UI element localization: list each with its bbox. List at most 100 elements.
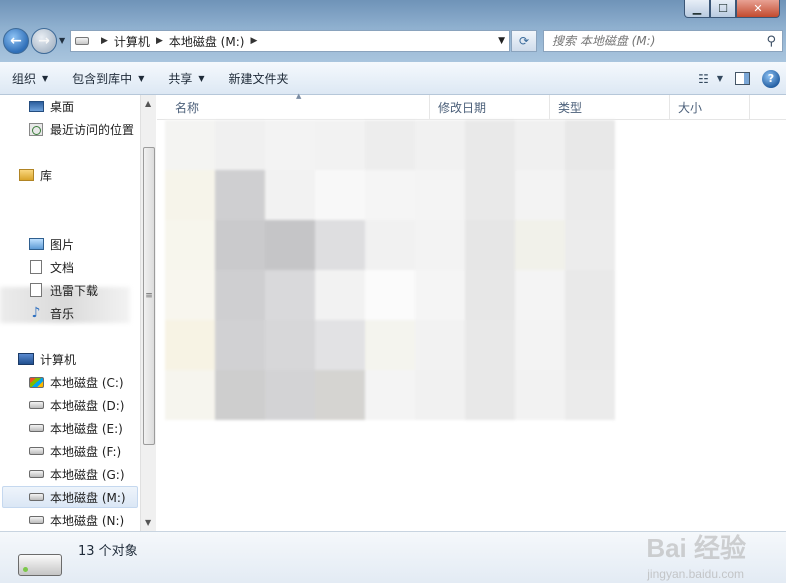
organize-label: 组织 bbox=[12, 71, 37, 86]
breadcrumb-computer[interactable]: 计算机 bbox=[114, 33, 150, 50]
column-header-label: 类型 bbox=[558, 101, 583, 115]
sidebar-item-label: 迅雷下载 bbox=[50, 283, 99, 298]
sidebar-item-drive-c[interactable]: 本地磁盘 (C:) bbox=[28, 371, 124, 393]
search-box[interactable]: ⚲ bbox=[543, 30, 783, 52]
sidebar-item-label: 本地磁盘 (D:) bbox=[50, 398, 125, 413]
sidebar-item-label: 本地磁盘 (E:) bbox=[50, 421, 123, 436]
computer-icon bbox=[18, 352, 34, 366]
sidebar-item-label: 音乐 bbox=[50, 306, 75, 321]
refresh-icon: ⟳ bbox=[518, 34, 530, 48]
chevron-down-icon: ▼ bbox=[198, 73, 205, 83]
sidebar-item-label: 桌面 bbox=[50, 99, 75, 114]
pictures-icon bbox=[28, 237, 44, 251]
sidebar-item-library[interactable]: 库 bbox=[18, 164, 52, 186]
sidebar-item-drive-d[interactable]: 本地磁盘 (D:) bbox=[28, 394, 124, 416]
help-button[interactable]: ? bbox=[762, 69, 780, 88]
back-arrow-icon: ← bbox=[10, 33, 22, 49]
sidebar-item-label: 本地磁盘 (G:) bbox=[50, 467, 125, 482]
chevron-down-icon: ▼ bbox=[716, 74, 723, 83]
chevron-right-icon[interactable]: ▶ bbox=[250, 36, 257, 46]
scroll-down-arrow-icon[interactable]: ▼ bbox=[145, 518, 151, 527]
sidebar-item-documents[interactable]: 文档 bbox=[28, 256, 74, 278]
forward-arrow-icon: → bbox=[38, 33, 50, 49]
sidebar-item-computer[interactable]: 计算机 bbox=[18, 348, 76, 370]
chevron-right-icon[interactable]: ▶ bbox=[101, 36, 108, 46]
preview-pane-button[interactable] bbox=[735, 72, 750, 85]
column-header-row: ▲ 名称 修改日期 类型 大小 bbox=[157, 92, 786, 120]
sidebar-item-label: 本地磁盘 (F:) bbox=[50, 444, 122, 459]
maximize-button[interactable]: ☐ bbox=[710, 0, 736, 18]
include-in-library-label: 包含到库中 bbox=[72, 71, 133, 86]
forward-button[interactable]: → bbox=[31, 28, 57, 54]
share-label: 共享 bbox=[168, 71, 193, 86]
column-header-label: 大小 bbox=[678, 101, 703, 115]
sidebar-item-drive-g[interactable]: 本地磁盘 (G:) bbox=[28, 463, 125, 485]
drive-c-icon bbox=[28, 375, 44, 389]
drive-icon bbox=[28, 398, 44, 412]
file-list-pane: ▲ 名称 修改日期 类型 大小 bbox=[157, 92, 786, 531]
sidebar-item-label: 本地磁盘 (C:) bbox=[50, 375, 124, 390]
column-header-modified[interactable]: 修改日期 bbox=[430, 95, 550, 120]
drive-icon bbox=[28, 490, 44, 504]
sidebar-item-label: 图片 bbox=[50, 237, 75, 252]
status-bar: 13 个对象 Bai 经验 jingyan.baidu.com bbox=[0, 531, 786, 583]
command-bar: 组织 ▼ 包含到库中 ▼ 共享 ▼ 新建文件夹 ☷ ▼ ? bbox=[0, 62, 786, 95]
watermark-url: jingyan.baidu.com bbox=[647, 567, 744, 581]
minimize-button[interactable]: ▁ bbox=[684, 0, 710, 18]
search-input[interactable] bbox=[552, 34, 752, 48]
desktop-icon bbox=[28, 99, 44, 113]
address-bar[interactable]: ▶ 计算机 ▶ 本地磁盘 (M:) ▶ ▼ bbox=[70, 30, 510, 52]
drive-icon bbox=[28, 513, 44, 527]
column-header-name[interactable]: 名称 bbox=[157, 95, 430, 120]
sidebar-item-label: 本地磁盘 (M:) bbox=[50, 490, 126, 505]
column-header-label: 名称 bbox=[175, 101, 200, 115]
breadcrumb-drive-m[interactable]: 本地磁盘 (M:) bbox=[169, 33, 245, 50]
sidebar-item-drive-n[interactable]: 本地磁盘 (N:) bbox=[28, 509, 124, 531]
chevron-down-icon: ▼ bbox=[42, 73, 49, 83]
navigation-scrollbar[interactable]: ▲ ≡ ▼ bbox=[140, 95, 156, 531]
organize-button[interactable]: 组织 ▼ bbox=[0, 62, 60, 94]
sidebar-item-desktop[interactable]: 桌面 bbox=[28, 95, 74, 117]
new-folder-button[interactable]: 新建文件夹 bbox=[217, 62, 301, 94]
drive-icon bbox=[28, 444, 44, 458]
include-in-library-button[interactable]: 包含到库中 ▼ bbox=[60, 62, 156, 94]
address-history-dropdown[interactable]: ▼ bbox=[498, 36, 505, 46]
view-details-icon: ☷ bbox=[698, 71, 709, 86]
title-bar: ▁ ☐ ✕ ← → ▼ ▶ 计算机 ▶ 本地磁盘 (M:) ▶ ▼ ⟳ ⚲ bbox=[0, 0, 786, 62]
sidebar-item-music[interactable]: ♪ 音乐 bbox=[28, 302, 74, 324]
back-button[interactable]: ← bbox=[3, 28, 29, 54]
share-button[interactable]: 共享 ▼ bbox=[156, 62, 216, 94]
chevron-down-icon: ▼ bbox=[138, 73, 145, 83]
sidebar-item-label: 本地磁盘 (N:) bbox=[50, 513, 125, 528]
column-header-type[interactable]: 类型 bbox=[550, 95, 670, 120]
change-view-button[interactable]: ☷ ▼ bbox=[698, 72, 723, 86]
refresh-button[interactable]: ⟳ bbox=[511, 30, 537, 52]
scroll-up-arrow-icon[interactable]: ▲ bbox=[145, 99, 151, 108]
drive-icon bbox=[75, 37, 89, 45]
column-header-size[interactable]: 大小 bbox=[670, 95, 750, 120]
recent-places-icon bbox=[28, 122, 44, 136]
sidebar-item-thunder-download[interactable]: 迅雷下载 bbox=[28, 279, 98, 301]
sidebar-item-recent-places[interactable]: 最近访问的位置 bbox=[28, 118, 134, 140]
sidebar-item-label: 最近访问的位置 bbox=[50, 122, 135, 137]
column-header-label: 修改日期 bbox=[438, 101, 487, 115]
new-folder-label: 新建文件夹 bbox=[228, 71, 289, 86]
navigation-pane: 桌面 最近访问的位置 库 图片 文档 迅雷下载 ♪ 音乐 计算机 本地磁盘 (C… bbox=[0, 95, 156, 531]
blurred-file-list bbox=[165, 120, 615, 425]
sidebar-item-pictures[interactable]: 图片 bbox=[28, 233, 74, 255]
chevron-right-icon[interactable]: ▶ bbox=[156, 36, 163, 46]
close-button[interactable]: ✕ bbox=[736, 0, 780, 18]
sidebar-item-drive-m[interactable]: 本地磁盘 (M:) bbox=[2, 486, 138, 508]
drive-icon bbox=[28, 421, 44, 435]
library-icon bbox=[18, 168, 34, 182]
drive-icon bbox=[28, 467, 44, 481]
sidebar-item-label: 文档 bbox=[50, 260, 75, 275]
watermark-logo: Bai 经验 bbox=[646, 533, 746, 563]
sidebar-item-drive-f[interactable]: 本地磁盘 (F:) bbox=[28, 440, 121, 462]
sidebar-item-drive-e[interactable]: 本地磁盘 (E:) bbox=[28, 417, 123, 439]
scrollbar-thumb[interactable]: ≡ bbox=[143, 147, 155, 445]
search-icon[interactable]: ⚲ bbox=[766, 34, 776, 49]
drive-icon bbox=[18, 554, 62, 576]
recent-pages-dropdown[interactable]: ▼ bbox=[59, 36, 65, 45]
sidebar-item-label: 计算机 bbox=[40, 352, 77, 367]
